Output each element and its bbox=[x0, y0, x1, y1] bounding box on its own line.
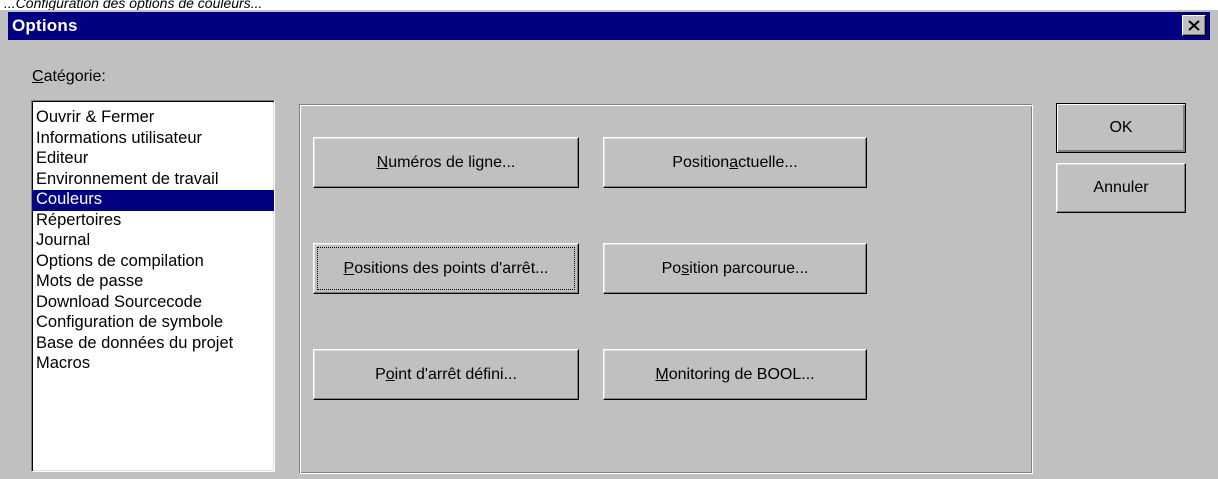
button-label-mnemonic: P bbox=[343, 259, 355, 277]
list-item-selected[interactable]: Couleurs bbox=[32, 190, 274, 211]
list-item[interactable]: Configuration de symbole bbox=[32, 313, 274, 334]
button-label-post: onitoring de BOOL... bbox=[668, 365, 815, 383]
button-label-pre: Position bbox=[672, 153, 730, 171]
button-label-post: uméros de ligne... bbox=[388, 153, 516, 171]
window-title: Options bbox=[12, 16, 78, 35]
list-item[interactable]: Journal bbox=[32, 231, 274, 252]
category-label: Catégorie: bbox=[32, 68, 106, 86]
button-label-mnemonic: o bbox=[385, 365, 395, 383]
current-position-button[interactable]: Position a ctuelle... bbox=[603, 137, 867, 188]
options-dialog: Options Catégorie: Ouvrir & Fermer Infor… bbox=[0, 10, 1218, 479]
list-item[interactable]: Macros bbox=[32, 354, 274, 375]
button-label-mnemonic: M bbox=[655, 365, 669, 383]
list-item[interactable]: Environnement de travail bbox=[32, 170, 274, 191]
button-label-post: ition parcourue... bbox=[689, 259, 809, 277]
list-item[interactable]: Options de compilation bbox=[32, 252, 274, 273]
cancel-button[interactable]: Annuler bbox=[1056, 163, 1186, 213]
category-label-text: atégorie: bbox=[43, 68, 106, 85]
button-label-post: ctuelle... bbox=[738, 153, 798, 171]
bool-monitoring-button[interactable]: Monitoring de BOOL... bbox=[603, 349, 867, 400]
breakpoint-positions-button[interactable]: Positions des points d'arrêt... bbox=[313, 243, 579, 294]
button-label-pre: Po bbox=[661, 259, 682, 277]
button-label-mnemonic: s bbox=[681, 259, 690, 277]
list-item[interactable]: Editeur bbox=[32, 149, 274, 170]
list-item[interactable]: Répertoires bbox=[32, 211, 274, 232]
list-item[interactable]: Informations utilisateur bbox=[32, 129, 274, 150]
category-label-mnemonic: C bbox=[32, 68, 44, 85]
list-item[interactable]: Mots de passe bbox=[32, 272, 274, 293]
line-numbers-button[interactable]: Numéros de ligne... bbox=[313, 137, 579, 188]
button-label-post: int d'arrêt défini... bbox=[394, 365, 517, 383]
button-label-mnemonic: a bbox=[729, 153, 739, 171]
executed-position-button[interactable]: Po s ition parcourue... bbox=[603, 243, 867, 294]
close-icon bbox=[1188, 20, 1200, 31]
list-item[interactable]: Download Sourcecode bbox=[32, 293, 274, 314]
breakpoint-set-button[interactable]: Po int d'arrêt défini... bbox=[313, 349, 579, 400]
category-listbox[interactable]: Ouvrir & Fermer Informations utilisateur… bbox=[31, 100, 275, 472]
title-bar[interactable]: Options bbox=[8, 12, 1210, 40]
button-label-pre: P bbox=[375, 365, 386, 383]
button-label-mnemonic: N bbox=[376, 153, 389, 171]
list-item[interactable]: Ouvrir & Fermer bbox=[32, 108, 274, 129]
button-label-post: ositions des points d'arrêt... bbox=[354, 259, 549, 277]
close-button[interactable] bbox=[1182, 15, 1206, 36]
list-item[interactable]: Base de données du projet bbox=[32, 334, 274, 355]
ok-button[interactable]: OK bbox=[1056, 103, 1186, 153]
